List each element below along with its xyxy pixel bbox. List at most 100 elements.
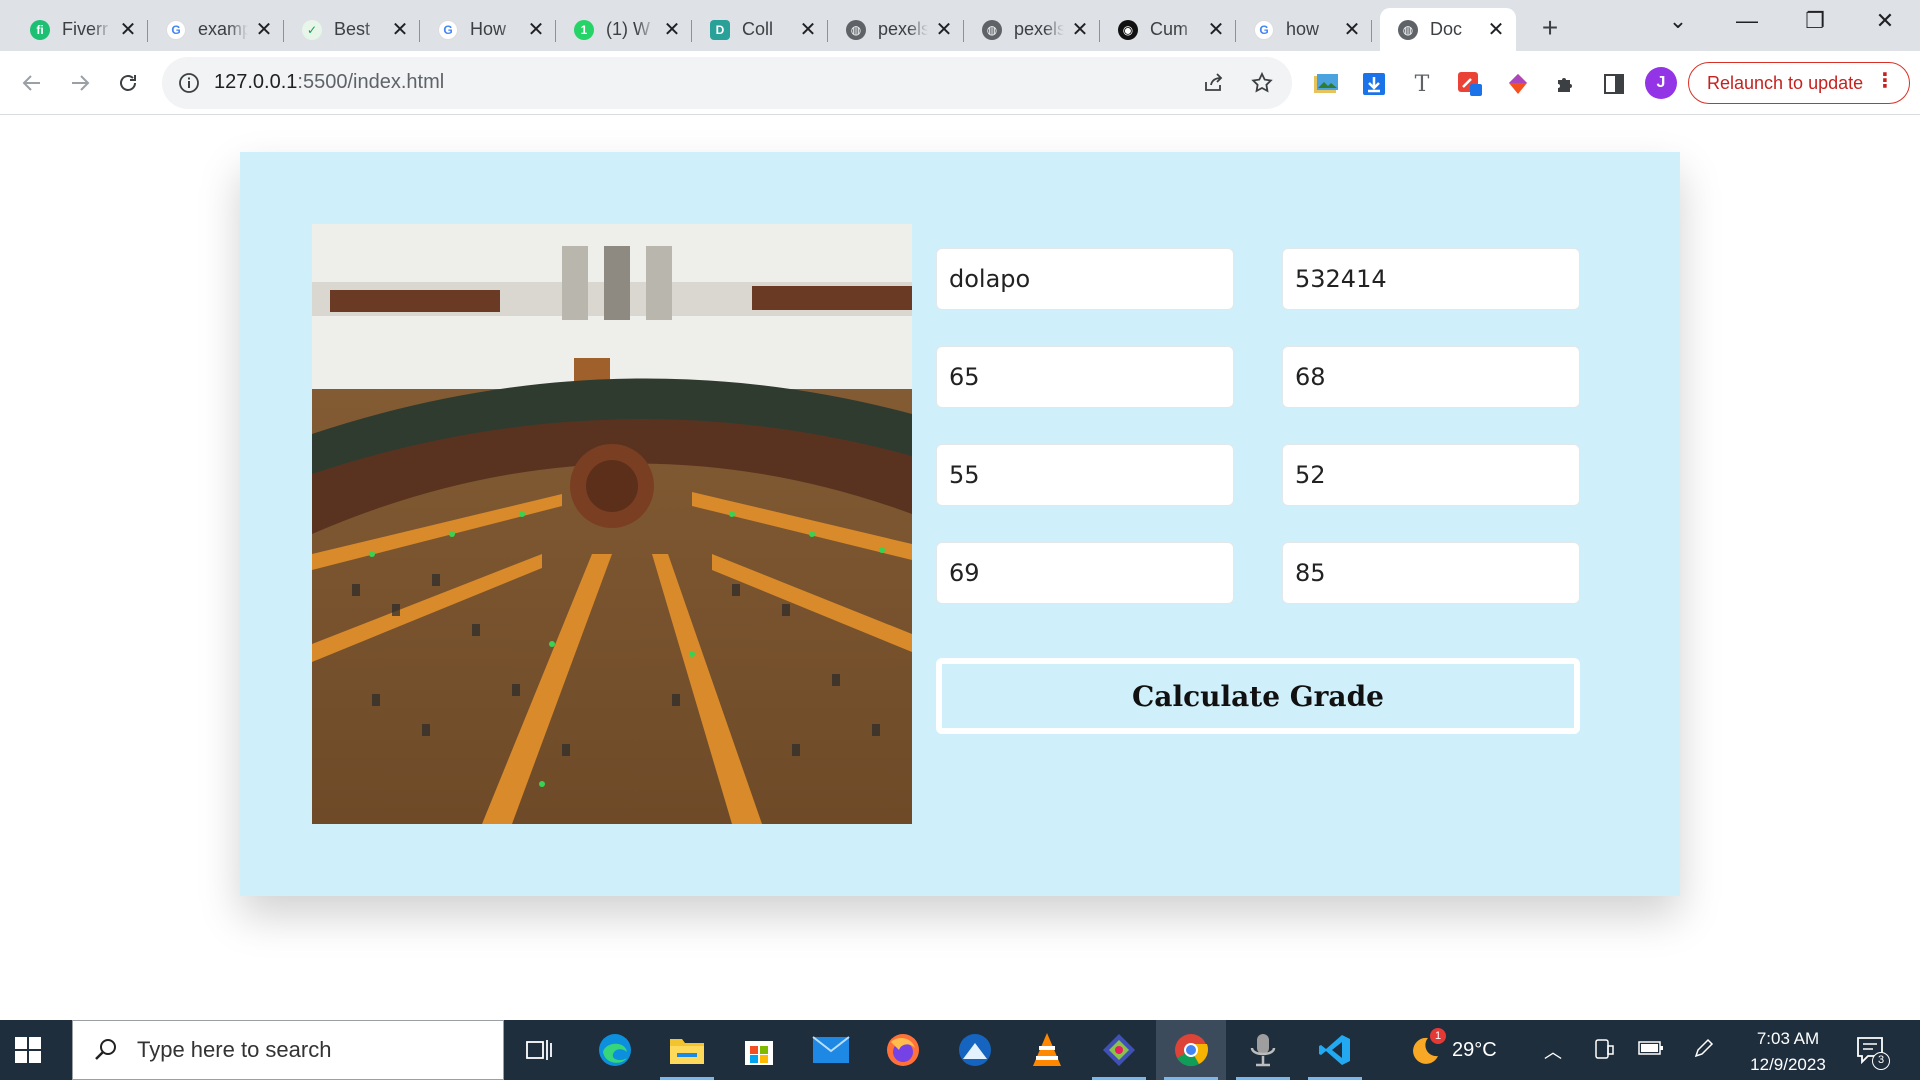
address-bar[interactable]: 127.0.0.1:5500/index.html — [162, 57, 1292, 109]
tab-document-active[interactable]: ◍ Doc ✕ — [1380, 8, 1516, 51]
info-icon[interactable] — [178, 72, 200, 94]
tab-coll[interactable]: D Coll ✕ — [692, 8, 828, 51]
score-input-2[interactable] — [1282, 346, 1580, 408]
mountain-app-icon — [958, 1033, 992, 1067]
vscode-icon — [1318, 1033, 1352, 1067]
taskbar-vlc[interactable] — [1012, 1020, 1082, 1080]
tab-title: (1) W — [606, 19, 650, 39]
store-icon — [742, 1033, 776, 1067]
side-panel-icon[interactable] — [1600, 70, 1628, 98]
google-icon: G — [166, 19, 186, 40]
taskbar-store[interactable] — [724, 1020, 794, 1080]
close-icon[interactable]: ✕ — [254, 20, 274, 40]
search-icon — [93, 1037, 119, 1063]
reload-button[interactable] — [110, 65, 146, 101]
kebab-menu-icon[interactable]: ⋮ — [1875, 71, 1895, 91]
shield-icon: ✓ — [302, 19, 322, 40]
git-app-icon — [1101, 1032, 1137, 1068]
matric-number-input[interactable] — [1282, 248, 1580, 310]
taskbar-mail[interactable] — [796, 1020, 866, 1080]
close-icon[interactable]: ✕ — [1070, 20, 1090, 40]
firefox-icon — [885, 1032, 921, 1068]
url-text: 127.0.0.1:5500/index.html — [214, 71, 444, 94]
tab-whatsapp[interactable]: 1 (1) W ✕ — [556, 8, 692, 51]
edge-icon — [597, 1032, 633, 1068]
extensions-puzzle-icon[interactable] — [1552, 70, 1580, 98]
close-icon[interactable]: ✕ — [662, 20, 682, 40]
folder-icon — [669, 1035, 705, 1065]
taskbar-firefox[interactable] — [868, 1020, 938, 1080]
globe-icon: ◍ — [982, 19, 1002, 40]
image-extension-icon[interactable] — [1312, 70, 1340, 98]
profile-avatar[interactable]: J — [1645, 67, 1677, 99]
taskbar-app-mountain[interactable] — [940, 1020, 1010, 1080]
tab-google-example[interactable]: G example ✕ — [148, 8, 284, 51]
taskbar-vscode[interactable] — [1300, 1020, 1370, 1080]
battery-icon[interactable] — [1638, 1038, 1664, 1058]
taskbar-edge[interactable] — [580, 1020, 650, 1080]
restore-button[interactable]: ❐ — [1792, 8, 1838, 34]
student-name-input[interactable] — [936, 248, 1234, 310]
close-icon[interactable]: ✕ — [1206, 20, 1226, 40]
pen-icon[interactable] — [1692, 1038, 1714, 1060]
notification-center-icon[interactable]: 3 — [1856, 1036, 1890, 1070]
score-input-6[interactable] — [1282, 542, 1580, 604]
minimize-button[interactable]: — — [1724, 8, 1770, 34]
calculate-grade-button[interactable]: Calculate Grade — [936, 658, 1580, 734]
tab-github[interactable]: ◉ Cum ✕ — [1100, 8, 1236, 51]
share-icon[interactable] — [1202, 71, 1226, 95]
close-icon[interactable]: ✕ — [934, 20, 954, 40]
arrow-right-icon — [68, 71, 92, 95]
bookmark-star-icon[interactable] — [1250, 71, 1274, 95]
tab-best[interactable]: ✓ Best ✕ — [284, 8, 420, 51]
system-clock[interactable]: 7:03 AM 12/9/2023 — [1736, 1026, 1840, 1078]
text-extension-icon[interactable]: T — [1408, 70, 1436, 98]
close-icon[interactable]: ✕ — [390, 20, 410, 40]
forward-button[interactable] — [62, 65, 98, 101]
weather-widget[interactable]: 1 29°C — [1406, 1020, 1497, 1080]
picker-extension-icon[interactable] — [1456, 70, 1484, 98]
tab-google-how[interactable]: G How ✕ — [420, 8, 556, 51]
score-input-4[interactable] — [1282, 444, 1580, 506]
globe-icon: ◍ — [846, 19, 866, 40]
close-window-button[interactable]: ✕ — [1862, 8, 1908, 34]
grade-card: Calculate Grade — [240, 152, 1680, 896]
windows-start-icon[interactable] — [14, 1036, 42, 1064]
close-icon[interactable]: ✕ — [1342, 20, 1362, 40]
tab-pexels-2[interactable]: ◍ pexels ✕ — [964, 8, 1100, 51]
tab-search-chevron-icon[interactable]: ⌄ — [1655, 8, 1701, 34]
new-tab-button[interactable]: + — [1534, 12, 1566, 44]
tab-title: Fiverr — [62, 19, 108, 39]
chevron-up-icon[interactable]: ︿ — [1544, 1038, 1562, 1064]
score-input-3[interactable] — [936, 444, 1234, 506]
windows-taskbar: Type here to search 1 29°C ︿ 7:03 AM 12/… — [0, 1020, 1920, 1080]
task-view-icon — [526, 1038, 552, 1062]
taskbar-file-explorer[interactable] — [652, 1020, 722, 1080]
temperature-text: 29°C — [1452, 1038, 1497, 1061]
close-icon[interactable]: ✕ — [1486, 20, 1506, 40]
taskbar-chrome[interactable] — [1156, 1020, 1226, 1080]
task-view-button[interactable] — [504, 1020, 574, 1080]
taskbar-recorder[interactable] — [1228, 1020, 1298, 1080]
taskbar-search-box[interactable]: Type here to search — [72, 1020, 504, 1080]
tab-title: Cum — [1150, 19, 1189, 39]
diamond-extension-icon[interactable] — [1504, 70, 1532, 98]
close-icon[interactable]: ✕ — [798, 20, 818, 40]
device-icon[interactable] — [1594, 1038, 1614, 1060]
url-path: :5500/index.html — [297, 71, 445, 93]
close-icon[interactable]: ✕ — [118, 20, 138, 40]
whatsapp-icon: 1 — [574, 19, 594, 40]
tab-fiverr[interactable]: fi Fiverr ✕ — [12, 8, 148, 51]
clock-time: 7:03 AM — [1756, 1029, 1820, 1048]
taskbar-git-app[interactable] — [1084, 1020, 1154, 1080]
tab-title: Best — [334, 19, 371, 39]
tab-google-how-2[interactable]: G how ✕ — [1236, 8, 1372, 51]
search-placeholder: Type here to search — [137, 1037, 332, 1062]
tab-pexels-1[interactable]: ◍ pexels ✕ — [828, 8, 964, 51]
close-icon[interactable]: ✕ — [526, 20, 546, 40]
score-input-1[interactable] — [936, 346, 1234, 408]
back-button[interactable] — [14, 65, 50, 101]
score-input-5[interactable] — [936, 542, 1234, 604]
download-extension-icon[interactable] — [1360, 70, 1388, 98]
relaunch-to-update-button[interactable]: Relaunch to update ⋮ — [1688, 62, 1910, 104]
